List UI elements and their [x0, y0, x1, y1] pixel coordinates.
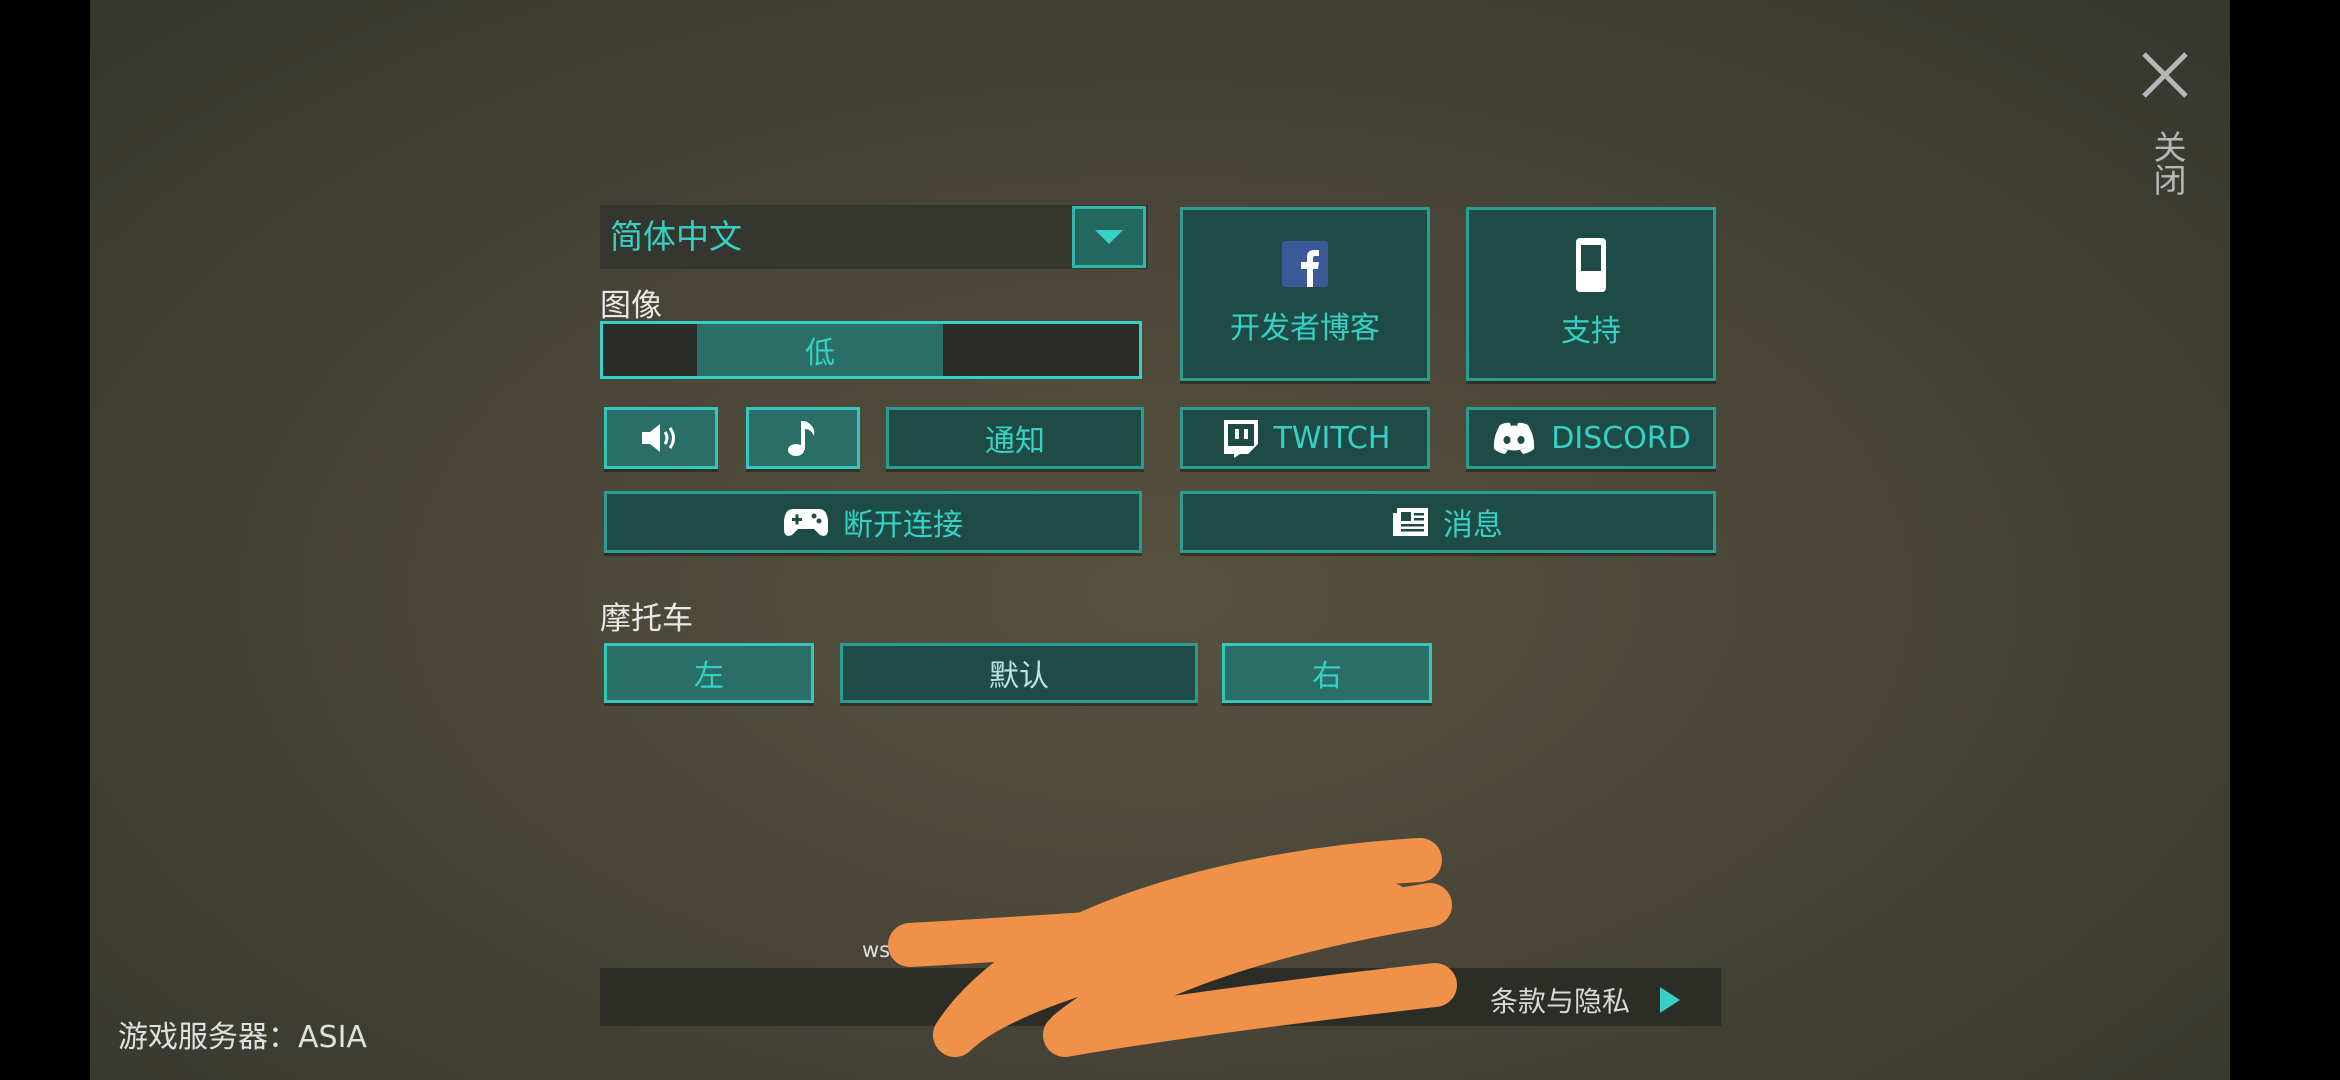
notify-label: 通知 — [985, 424, 1045, 459]
motorcycle-default-label: 默认 — [989, 659, 1049, 694]
close-icon[interactable] — [2140, 50, 2190, 100]
discord-label: DISCORD — [1551, 420, 1691, 456]
ws-text: ws — [862, 938, 891, 962]
discord-icon — [1494, 422, 1535, 454]
language-selected: 简体中文 — [610, 217, 742, 256]
twitch-icon — [1223, 420, 1258, 458]
play-arrow-icon — [1660, 987, 1681, 1013]
twitch-button[interactable]: TWITCH — [1180, 407, 1430, 469]
sound-toggle-button[interactable] — [604, 407, 718, 469]
graphics-label: 图像 — [600, 288, 662, 324]
support-button[interactable]: 支持 — [1466, 207, 1716, 381]
music-note-icon — [788, 421, 815, 456]
notify-button[interactable]: 通知 — [886, 407, 1144, 469]
facebook-icon — [1282, 241, 1328, 287]
terms-label: 条款与隐私 — [1490, 985, 1631, 1018]
motorcycle-right-button[interactable]: 右 — [1222, 643, 1432, 703]
motorcycle-label: 摩托车 — [600, 601, 693, 637]
dev-blog-button[interactable]: 开发者博客 — [1180, 207, 1430, 381]
language-dropdown-button[interactable] — [1072, 206, 1146, 268]
support-label: 支持 — [1561, 314, 1621, 349]
volume-icon — [642, 424, 675, 452]
motorcycle-default-button[interactable]: 默认 — [840, 643, 1198, 703]
right-black-bar — [2230, 0, 2340, 1080]
graphics-quality-value: 低 — [697, 324, 943, 376]
disconnect-label: 断开连接 — [843, 508, 963, 543]
motorcycle-left-button[interactable]: 左 — [604, 643, 814, 703]
motorcycle-left-label: 左 — [694, 659, 724, 694]
newspaper-icon — [1393, 508, 1428, 536]
disconnect-button[interactable]: 断开连接 — [604, 491, 1142, 553]
close-label[interactable]: 关闭 — [2148, 130, 2187, 196]
music-toggle-button[interactable] — [746, 407, 860, 469]
chevron-down-icon — [1095, 230, 1123, 244]
news-label: 消息 — [1443, 508, 1503, 543]
motorcycle-right-label: 右 — [1312, 659, 1342, 694]
server-info: 游戏服务器：ASIA — [118, 1020, 367, 1055]
twitch-label: TWITCH — [1273, 420, 1391, 456]
terms-privacy-link[interactable]: 条款与隐私 — [1490, 980, 1681, 1020]
discord-button[interactable]: DISCORD — [1466, 407, 1716, 469]
support-device-icon — [1576, 238, 1606, 292]
news-button[interactable]: 消息 — [1180, 491, 1716, 553]
gamepad-icon — [784, 509, 828, 536]
dev-blog-label: 开发者博客 — [1230, 311, 1380, 346]
settings-screen — [90, 0, 2230, 1080]
